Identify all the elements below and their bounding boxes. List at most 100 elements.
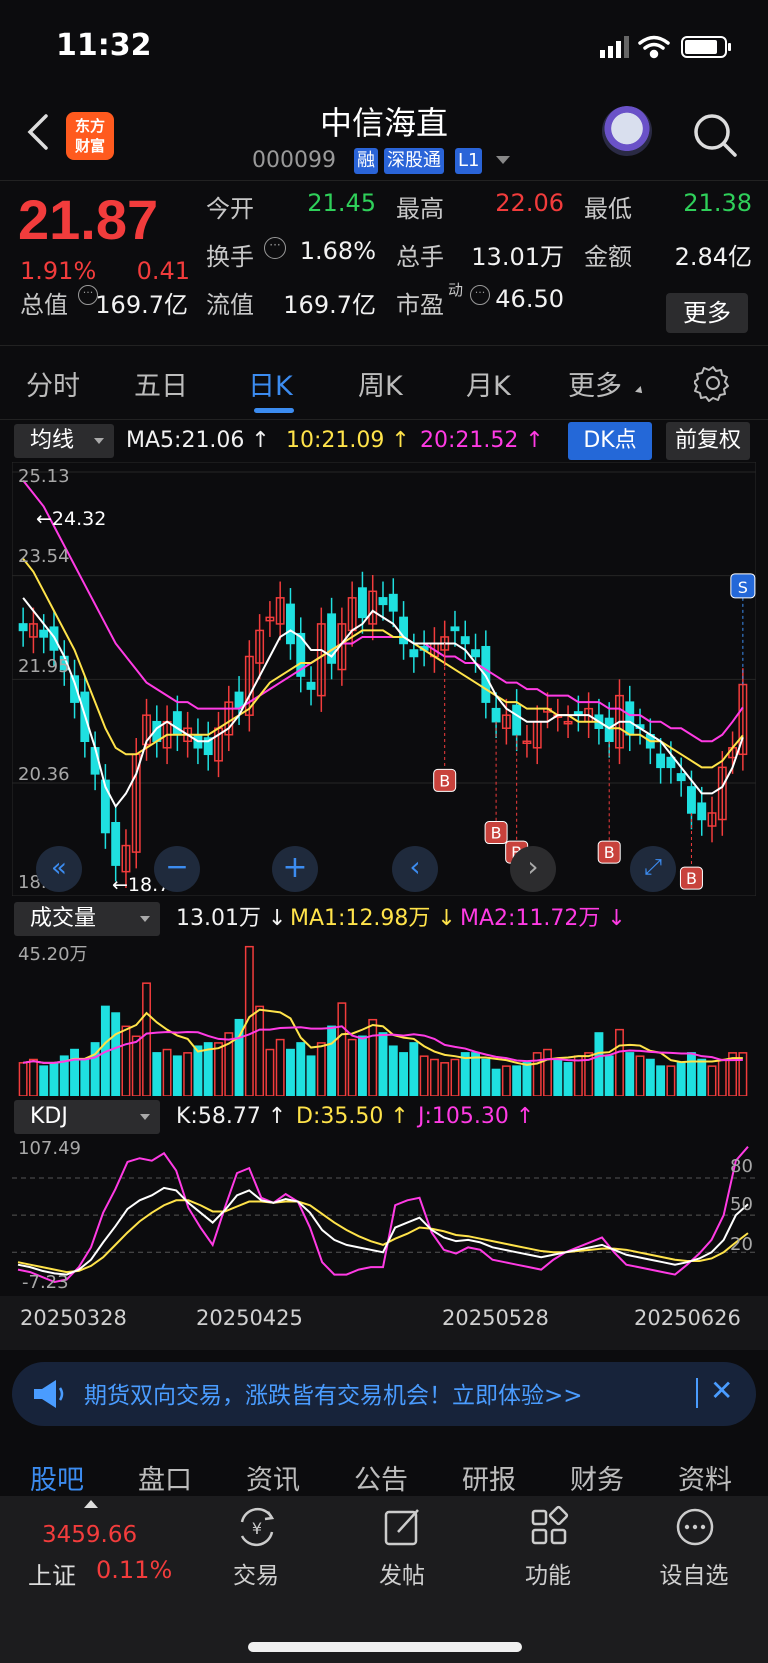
signal-icon [600, 36, 629, 58]
volume-bar [49, 1062, 59, 1096]
kdj-j-value: J:105.30 ↑ [418, 1104, 535, 1129]
tab-research[interactable]: 研报 [462, 1458, 516, 1497]
tab-guba[interactable]: 股吧 [30, 1458, 84, 1497]
candle-body [172, 711, 182, 736]
index-name[interactable]: 上证 [28, 1556, 76, 1591]
stock-name[interactable]: 中信海直 [0, 98, 768, 144]
adjust-button[interactable]: 前复权 [666, 422, 750, 460]
bottom-toolbar: 3459.66 上证 0.11% ¥ 交易 发帖 功能 设自选 [0, 1496, 768, 1663]
date-axis: 20250328 20250425 20250528 20250626 [0, 1296, 768, 1350]
volume-bar [656, 1065, 666, 1096]
kdj-level-50: 50 [730, 1194, 753, 1215]
tab-daily-k[interactable]: 日K [248, 364, 293, 403]
change-percent: 1.91% [20, 257, 97, 285]
banner-text[interactable]: 期货双向交易，涨跌皆有交易机会！立即体验>> [84, 1376, 583, 1410]
buy-signal-label: B [439, 771, 450, 790]
price-tick-4: 20.36 [18, 764, 70, 785]
amount-label: 金额 [584, 243, 632, 271]
search-icon[interactable] [690, 110, 740, 160]
candle-body [111, 822, 121, 866]
zoom-in-icon[interactable]: + [272, 846, 318, 892]
kdj-level-80: 80 [730, 1156, 753, 1177]
tab-more[interactable]: 更多 [568, 364, 622, 403]
tab-intraday[interactable]: 分时 [26, 364, 80, 403]
high-marker: ←24.32 [36, 508, 107, 530]
candle-body [39, 629, 49, 638]
volume-value: 13.01万 [471, 243, 564, 271]
robot-assistant-icon[interactable] [602, 106, 652, 156]
candle-body [286, 603, 295, 645]
kdj-level-20: 20 [730, 1234, 753, 1255]
tab-five-day[interactable]: 五日 [134, 364, 188, 403]
wifi-icon [638, 35, 670, 59]
volume-ma2: MA2:11.72万 ↓ [460, 906, 626, 931]
quote-panel: 21.87 1.91% 0.41 今开 21.45 最高 22.06 最低 21… [0, 180, 768, 346]
rewind-icon[interactable]: « [36, 846, 82, 892]
volume-chart[interactable] [12, 938, 756, 1096]
candle-body [450, 626, 460, 632]
fullscreen-icon[interactable]: ⤢ [630, 846, 676, 892]
tab-monthly-k[interactable]: 月K [466, 364, 511, 403]
kdj-selector-label: KDJ [30, 1104, 68, 1129]
functions-label: 功能 [525, 1563, 571, 1589]
volume-bar [152, 1052, 162, 1096]
chevron-down-icon[interactable] [496, 156, 510, 164]
price-tick-2: 23.54 [18, 546, 70, 567]
candle-body [18, 623, 28, 632]
tag-level: L1 [455, 148, 483, 174]
tab-weekly-k[interactable]: 周K [358, 364, 403, 403]
tag-margin: 融 [354, 148, 378, 174]
svg-text:¥: ¥ [252, 1519, 262, 1538]
more-quote-button[interactable]: 更多 [666, 293, 748, 333]
stock-code: 000099 [252, 148, 336, 173]
close-icon[interactable]: ✕ [710, 1374, 733, 1407]
kdj-selector[interactable]: KDJ [14, 1100, 160, 1134]
candle-body [697, 802, 707, 821]
tab-finance[interactable]: 财务 [570, 1458, 624, 1497]
index-value[interactable]: 3459.66 [42, 1522, 137, 1548]
volume-max-label: 45.20万 [18, 944, 88, 965]
kdj-min-label: -7.23 [22, 1272, 69, 1293]
chevron-up-icon[interactable] [84, 1500, 98, 1508]
status-icons [600, 35, 731, 59]
volume-bar [80, 1058, 90, 1096]
pe-label: 市盈 [396, 291, 444, 319]
high-label: 最高 [396, 195, 444, 223]
amount-value: 2.84亿 [674, 243, 752, 271]
edit-icon [384, 1509, 419, 1546]
scroll-left-icon[interactable]: ‹ [392, 846, 438, 892]
high-value: 22.06 [495, 189, 564, 217]
tab-order-book[interactable]: 盘口 [138, 1458, 192, 1497]
kdj-max-label: 107.49 [18, 1138, 81, 1159]
buy-signal-label: B [491, 824, 502, 843]
float-cap-label: 流值 [206, 291, 254, 319]
candle-body [686, 786, 696, 814]
index-percent[interactable]: 0.11% [96, 1556, 172, 1584]
sell-signal-label: S [738, 578, 748, 597]
dk-point-button[interactable]: DK点 [568, 422, 652, 460]
tab-profile[interactable]: 资料 [678, 1458, 732, 1497]
scroll-right-icon[interactable]: › [510, 846, 556, 892]
volume-bar [399, 1052, 409, 1096]
info-icon[interactable]: ··· [264, 237, 286, 259]
market-cap-label: 总值 [20, 291, 68, 319]
zoom-out-icon[interactable]: − [154, 846, 200, 892]
kdj-chart[interactable] [12, 1136, 756, 1294]
date-label-1: 20250328 [20, 1306, 127, 1330]
yuan-cycle-icon: ¥ [240, 1507, 275, 1547]
price-tick-max: 25.13 [18, 466, 70, 487]
indicator-selector[interactable]: 均线 [14, 424, 114, 458]
volume-ma1: MA1:12.98万 ↓ [290, 906, 456, 931]
more-dots-icon [676, 1508, 714, 1546]
volume-bar [193, 1045, 203, 1096]
kline-chart[interactable]: BBBBBS [12, 462, 756, 896]
candle-body [656, 753, 666, 769]
promo-banner[interactable]: 期货双向交易，涨跌皆有交易机会！立即体验>> ✕ [12, 1362, 756, 1426]
tab-news[interactable]: 资讯 [246, 1458, 300, 1497]
volume-selector[interactable]: 成交量 [14, 902, 160, 936]
volume-bar [625, 1052, 635, 1096]
tab-announcements[interactable]: 公告 [354, 1458, 408, 1497]
megaphone-icon [34, 1380, 64, 1408]
settings-gear-icon[interactable] [694, 364, 732, 402]
candle-body [357, 587, 367, 619]
